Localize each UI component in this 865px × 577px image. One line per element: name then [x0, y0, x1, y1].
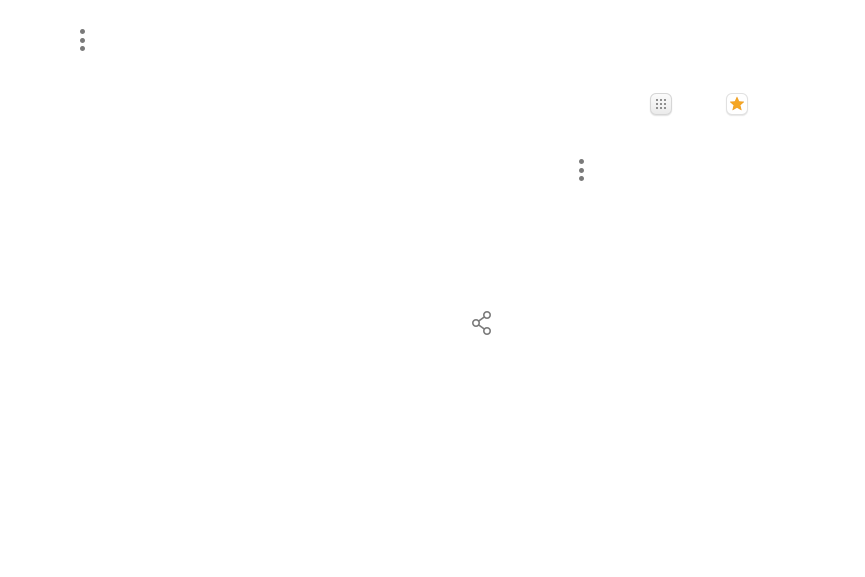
more-options-dot [578, 176, 584, 181]
apps-grid-dot [656, 99, 658, 101]
apps-grid-dot [660, 107, 662, 109]
apps-grid-dot [656, 107, 658, 109]
share-icon[interactable] [470, 310, 494, 336]
more-options-dot [79, 46, 85, 51]
more-options-dot [79, 37, 85, 43]
apps-grid-dot [660, 103, 662, 105]
galaxy-apps-star-icon[interactable] [726, 93, 748, 115]
more-options-icon[interactable] [575, 159, 587, 181]
apps-grid [656, 99, 666, 109]
apps-grid-dot [660, 99, 662, 101]
more-options-dot [578, 159, 584, 164]
apps-grid-dot [656, 103, 658, 105]
apps-grid-dot [664, 103, 666, 105]
apps-grid-dot [664, 107, 666, 109]
more-options-icon[interactable] [76, 29, 88, 51]
apps-grid-icon[interactable] [650, 93, 672, 115]
star-shape [729, 96, 745, 111]
apps-grid-dot [664, 99, 666, 101]
more-options-dot [578, 167, 584, 173]
more-options-dot [79, 29, 85, 34]
